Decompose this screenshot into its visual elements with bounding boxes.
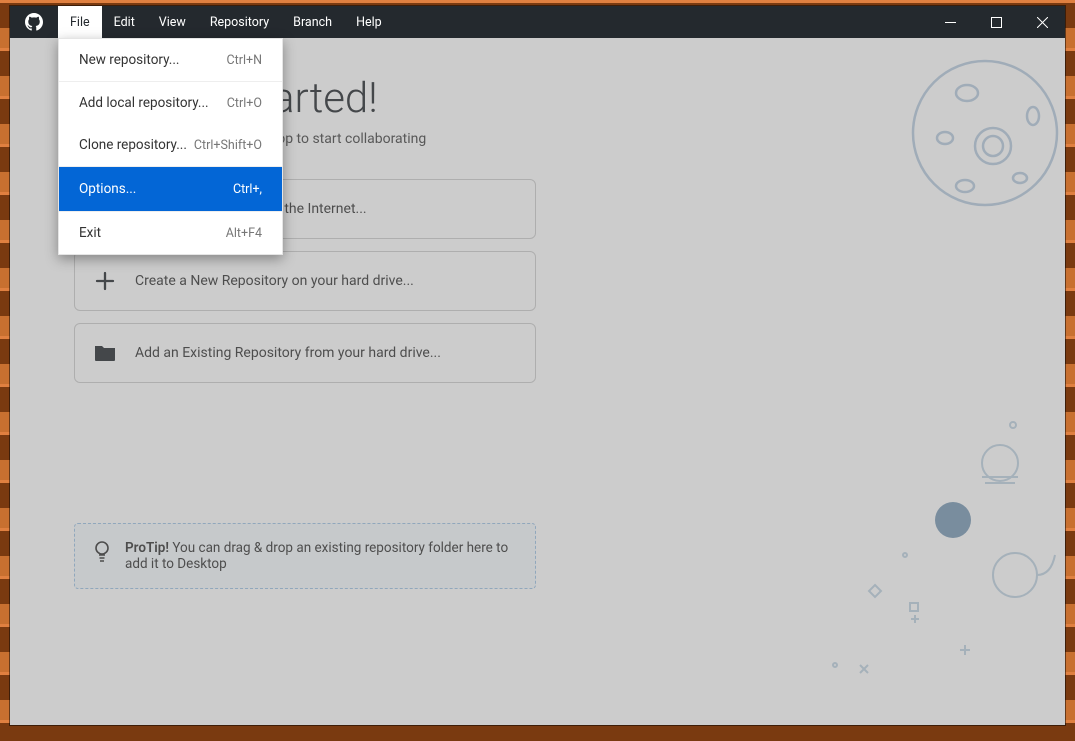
menu-add-local-repository[interactable]: Add local repository... Ctrl+O xyxy=(59,82,282,124)
app-window: File Edit View Repository Branch Help xyxy=(10,6,1065,725)
menu-item-label: New repository... xyxy=(79,52,179,68)
menu-edit[interactable]: Edit xyxy=(102,6,147,38)
menu-new-repository[interactable]: New repository... Ctrl+N xyxy=(59,39,282,81)
action-label: Create a New Repository on your hard dri… xyxy=(135,273,414,289)
menu-item-label: Exit xyxy=(79,225,101,241)
menu-item-shortcut: Ctrl+, xyxy=(233,182,262,197)
menu-item-shortcut: Ctrl+O xyxy=(227,96,262,111)
menu-item-shortcut: Ctrl+Shift+O xyxy=(194,138,262,153)
menu-exit[interactable]: Exit Alt+F4 xyxy=(59,212,282,254)
window-controls xyxy=(927,6,1065,38)
menu-label: View xyxy=(159,15,186,30)
protip-label: ProTip! xyxy=(125,540,169,556)
menu-item-shortcut: Ctrl+N xyxy=(226,53,262,68)
menu-clone-repository[interactable]: Clone repository... Ctrl+Shift+O xyxy=(59,124,282,166)
add-repo-card[interactable]: Add an Existing Repository from your har… xyxy=(74,323,536,383)
titlebar: File Edit View Repository Branch Help xyxy=(10,6,1065,38)
menu-item-label: Clone repository... xyxy=(79,137,187,153)
protip-text: ProTip! You can drag & drop an existing … xyxy=(125,540,517,572)
menu-item-shortcut: Alt+F4 xyxy=(226,226,262,241)
folder-icon xyxy=(93,341,117,365)
plus-icon xyxy=(93,269,117,293)
maximize-button[interactable] xyxy=(973,6,1019,38)
menu-item-label: Options... xyxy=(79,181,136,197)
close-button[interactable] xyxy=(1019,6,1065,38)
menu-label: Help xyxy=(356,15,382,30)
menu-view[interactable]: View xyxy=(147,6,198,38)
create-repo-card[interactable]: Create a New Repository on your hard dri… xyxy=(74,251,536,311)
protip-body: You can drag & drop an existing reposito… xyxy=(125,540,508,572)
menu-file[interactable]: File xyxy=(58,6,102,38)
menu-repository[interactable]: Repository xyxy=(198,6,281,38)
menu-options[interactable]: Options... Ctrl+, xyxy=(59,167,282,211)
action-label: Add an Existing Repository from your har… xyxy=(135,345,441,361)
menu-item-label: Add local repository... xyxy=(79,95,209,111)
space-illustration-icon xyxy=(805,365,1065,725)
protip-box: ProTip! You can drag & drop an existing … xyxy=(74,523,536,589)
minimize-button[interactable] xyxy=(927,6,973,38)
menu-label: Repository xyxy=(210,15,269,30)
lightbulb-icon xyxy=(93,540,111,572)
menu-label: File xyxy=(70,15,90,30)
menu-branch[interactable]: Branch xyxy=(281,6,344,38)
menu-label: Branch xyxy=(293,15,332,30)
menu-label: Edit xyxy=(114,15,135,30)
menu-help[interactable]: Help xyxy=(344,6,394,38)
file-dropdown: New repository... Ctrl+N Add local repos… xyxy=(58,38,283,255)
github-logo-icon xyxy=(10,13,58,31)
